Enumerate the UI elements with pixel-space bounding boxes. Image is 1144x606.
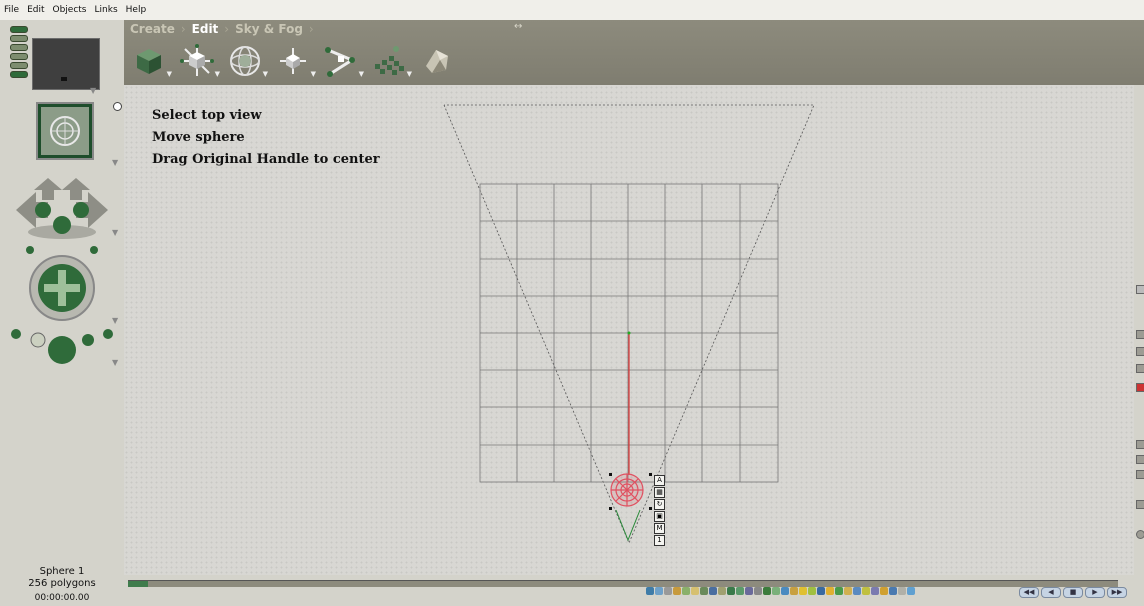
object-side-buttons: A ▦ ↻ ▣ M 1 (654, 475, 665, 546)
menu-file[interactable]: File (0, 5, 23, 15)
play-button[interactable]: ▶ (1085, 587, 1105, 598)
dropdown-arrow-icon[interactable]: ▼ (407, 70, 412, 78)
prev-button[interactable]: ◀ (1041, 587, 1061, 598)
zoom-dropdown-icon[interactable]: ▼ (112, 358, 118, 367)
layer-icon[interactable] (1136, 330, 1144, 339)
left-control-panel: ▼ ▼ ▼ ▼ ▼ Sphere 1 256 polygons 00:00:00… (0, 20, 124, 606)
list-icon[interactable] (1136, 440, 1144, 449)
instruction-line: Move sphere (152, 130, 245, 145)
origin-point[interactable] (627, 331, 631, 335)
polygon-count: 256 polygons (28, 578, 96, 589)
instruction-line: Drag Original Handle to center (152, 152, 380, 167)
material-button[interactable]: M (654, 523, 665, 534)
move-dropdown-icon[interactable]: ▼ (112, 228, 118, 237)
bottom-bar: ◀◀ ◀ ■ ▶ ▶▶ (124, 575, 1144, 606)
preview-dropdown-icon[interactable]: ▼ (90, 86, 96, 95)
cube-object-icon[interactable]: ▼ (132, 42, 172, 80)
camera-view-cone (615, 509, 641, 542)
timeline-handle[interactable] (128, 581, 148, 587)
dropdown-arrow-icon[interactable]: ▼ (263, 70, 268, 78)
playback-controls: ◀◀ ◀ ■ ▶ ▶▶ (1019, 587, 1127, 598)
dropdown-arrow-icon[interactable]: ▼ (311, 70, 316, 78)
pointer-icon (61, 77, 67, 81)
pen-icon[interactable] (1136, 285, 1144, 294)
info-button[interactable]: 1 (654, 535, 665, 546)
instruction-line: Select top view (152, 108, 262, 123)
dropdown-arrow-icon[interactable]: ▼ (215, 70, 220, 78)
material-dropdown-icon[interactable]: ▼ (112, 158, 118, 167)
magic-wand-icon[interactable]: ▼ (324, 42, 364, 80)
dropdown-arrow-icon[interactable]: ▼ (359, 70, 364, 78)
library-strip[interactable] (646, 587, 915, 595)
object-name: Sphere 1 (39, 566, 85, 577)
tab-sky-fog[interactable]: Sky & Fog (235, 22, 303, 36)
tab-edit[interactable]: Edit (192, 22, 219, 36)
list-icon[interactable] (1136, 470, 1144, 479)
vertex-edit-icon[interactable]: ▼ (276, 42, 316, 80)
rotate-button[interactable]: ↻ (654, 499, 665, 510)
forward-button[interactable]: ▶▶ (1107, 587, 1127, 598)
list-icon[interactable] (1136, 455, 1144, 464)
rewind-button[interactable]: ◀◀ (1019, 587, 1039, 598)
animate-button[interactable]: A (654, 475, 665, 486)
record-icon[interactable] (1136, 383, 1144, 392)
menu-bar: File Edit Objects Links Help (0, 0, 1144, 20)
zoom-spheres-icon[interactable] (8, 320, 116, 370)
sphere-wireframe-icon[interactable]: ▼ (228, 42, 268, 80)
rock-object-icon[interactable] (420, 42, 454, 80)
cube-icon[interactable] (1136, 500, 1144, 509)
menu-objects[interactable]: Objects (49, 5, 91, 15)
menu-edit[interactable]: Edit (23, 5, 48, 15)
properties-button[interactable]: ▦ (654, 487, 665, 498)
sphere-object[interactable] (610, 473, 644, 507)
grid-objects-icon[interactable]: ▼ (372, 42, 412, 80)
tab-separator-icon: › (308, 22, 314, 36)
tab-separator-icon: › (180, 22, 186, 36)
layer-icon[interactable] (1136, 347, 1144, 356)
menu-links[interactable]: Links (91, 5, 122, 15)
3d-viewport[interactable]: Select top view Move sphere Drag Origina… (124, 85, 1134, 575)
move-gizmo-icon[interactable]: ▼ (180, 42, 220, 80)
object-status: Sphere 1 256 polygons 00:00:00.00 (0, 566, 124, 604)
top-toolbar: Create › Edit › Sky & Fog › ↔ ▼ ▼ ▼ ▼ ▼ ▼ (124, 20, 1144, 85)
rotate-trackball-icon[interactable] (20, 240, 104, 324)
dropdown-arrow-icon[interactable]: ▼ (167, 70, 172, 78)
right-tool-strip (1134, 85, 1144, 606)
timeline-bar[interactable] (128, 580, 1118, 587)
menu-help[interactable]: Help (122, 5, 151, 15)
tool-row: ▼ ▼ ▼ ▼ ▼ ▼ (132, 42, 454, 80)
radio-button[interactable] (113, 102, 122, 111)
view-selector-bars[interactable] (10, 26, 28, 78)
time-readout: 00:00:00.00 (34, 593, 90, 603)
tab-separator-icon: › (224, 22, 230, 36)
mode-tabs: Create › Edit › Sky & Fog › (130, 22, 314, 36)
resize-arrows-icon[interactable]: ↔ (514, 21, 522, 32)
layer-icon[interactable] (1136, 364, 1144, 373)
group-button[interactable]: ▣ (654, 511, 665, 522)
sphere-icon[interactable] (1136, 530, 1144, 539)
stop-button[interactable]: ■ (1063, 587, 1083, 598)
instructions-text: Select top view Move sphere Drag Origina… (152, 105, 380, 171)
tab-create[interactable]: Create (130, 22, 175, 36)
camera-preview[interactable] (32, 38, 100, 90)
material-preview[interactable] (38, 104, 92, 158)
